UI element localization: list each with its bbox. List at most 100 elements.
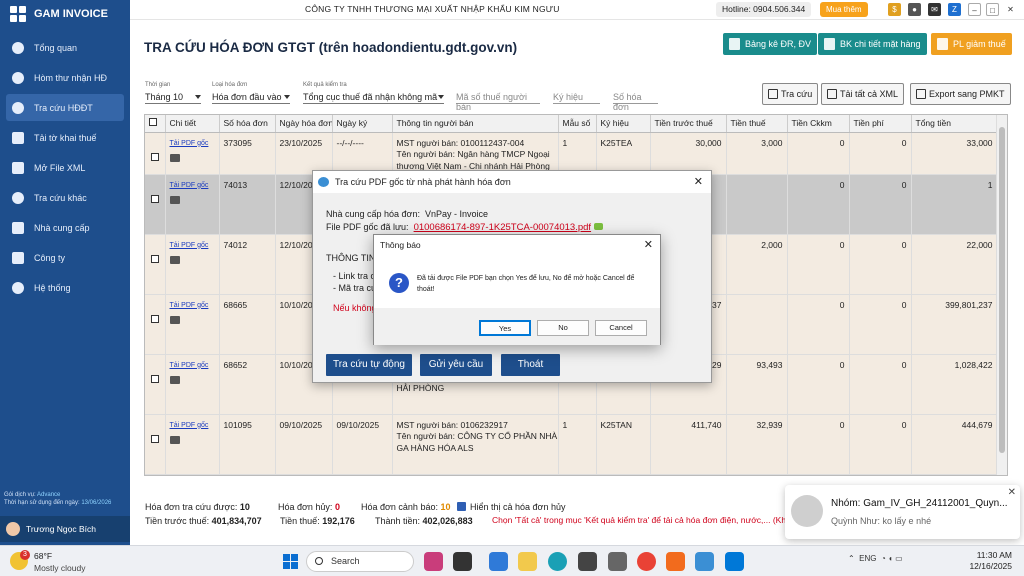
select-all-checkbox[interactable] xyxy=(149,118,157,127)
gam-invoice-taskbar-icon[interactable] xyxy=(695,552,714,571)
store-icon[interactable] xyxy=(578,552,597,571)
chat-notification[interactable]: Nhóm: Gam_IV_GH_24112001_Quyn... Quỳnh N… xyxy=(785,485,1020,539)
printer-icon[interactable] xyxy=(169,436,180,444)
row-select-cell[interactable] xyxy=(145,294,166,355)
download-pdf-link[interactable]: Tải PDF gốc xyxy=(170,138,215,150)
sidebar-item-providers[interactable]: Nhà cung cấp xyxy=(6,214,124,241)
sidebar-item-inbox[interactable]: Hòm thư nhận HĐ xyxy=(6,64,124,91)
send-request-button[interactable]: Gửi yêu cầu xyxy=(420,354,492,376)
reader-icon[interactable] xyxy=(666,552,685,571)
copilot-icon[interactable] xyxy=(424,552,443,571)
row-checkbox[interactable] xyxy=(150,194,159,203)
detail-cell: Tải PDF gốc xyxy=(165,234,220,295)
close-icon[interactable]: ✕ xyxy=(1004,3,1017,16)
tray-chevron-icon[interactable]: ⌃ xyxy=(848,554,855,563)
row-select-cell[interactable] xyxy=(145,474,166,475)
table-row[interactable]: Tải PDF gốc 373095 23/10/2025 --/--/---- MST… xyxy=(145,132,998,175)
money-bag-icon[interactable]: $ xyxy=(888,3,901,16)
volume-icon[interactable]: ◖ xyxy=(888,554,893,563)
period-select[interactable]: Tháng 10 xyxy=(145,92,201,104)
mail-icon[interactable]: ✉ xyxy=(928,3,941,16)
row-select-cell[interactable] xyxy=(145,354,166,415)
chat-app-icon[interactable] xyxy=(608,552,627,571)
link-icon[interactable] xyxy=(593,223,603,230)
table-row[interactable]: Tải PDF gốc 101095 09/10/2025 09/10/2025 MST… xyxy=(145,414,998,475)
sidebar-item-tax-declaration[interactable]: Tải tờ khai thuế xyxy=(6,124,124,151)
show-cancelled-toggle[interactable]: Hiển thị cả hóa đơn hủy xyxy=(457,502,565,512)
close-icon[interactable]: ✕ xyxy=(1008,487,1016,498)
printer-icon[interactable] xyxy=(169,376,180,384)
chrome-icon[interactable] xyxy=(637,552,656,571)
row-checkbox[interactable] xyxy=(150,314,159,323)
printer-icon[interactable] xyxy=(169,256,180,264)
language-indicator[interactable]: ENG xyxy=(859,554,876,563)
row-select-cell[interactable] xyxy=(145,174,166,235)
scrollbar-thumb[interactable] xyxy=(999,127,1005,453)
user-profile[interactable]: Trương Ngọc Bích xyxy=(0,516,130,542)
download-pdf-link[interactable]: Tải PDF gốc xyxy=(170,360,215,372)
app-icon[interactable] xyxy=(489,552,508,571)
download-pdf-link[interactable]: Tải PDF gốc xyxy=(170,180,215,192)
download-pdf-link[interactable]: Tải PDF gốc xyxy=(170,300,215,312)
saved-file-link[interactable]: 0100686174-897-1K25TCA-00074013.pdf xyxy=(414,222,591,233)
sidebar-footer: Gói dịch vụ: Advance Thời hạn sử dụng đế… xyxy=(0,488,130,545)
printer-icon[interactable] xyxy=(169,196,180,204)
search-button[interactable]: Tra cứu xyxy=(762,83,819,105)
checkbox-checked-icon[interactable] xyxy=(457,502,466,511)
printer-icon[interactable] xyxy=(169,154,180,162)
download-all-xml-button[interactable]: Tải tất cả XML xyxy=(821,83,905,105)
download-pdf-link[interactable]: Tải PDF gốc xyxy=(170,240,215,252)
row-select-cell[interactable] xyxy=(145,234,166,295)
wifi-icon[interactable]: ◔ xyxy=(881,554,886,563)
row-checkbox[interactable] xyxy=(150,254,159,263)
tools-icon xyxy=(12,281,24,294)
auto-lookup-button[interactable]: Tra cứu tự động xyxy=(326,354,412,376)
invoice-number-input[interactable]: Số hóa đơn xyxy=(613,92,658,112)
zalo-icon[interactable] xyxy=(725,552,744,571)
sidebar-item-invoice-lookup[interactable]: Tra cứu HĐĐT xyxy=(6,94,124,121)
symbol-input[interactable]: Ký hiệu xyxy=(553,92,600,104)
row-checkbox[interactable] xyxy=(150,374,159,383)
windows-start-icon[interactable] xyxy=(283,554,298,569)
file-explorer-icon[interactable] xyxy=(518,552,537,571)
download-pdf-link[interactable]: Tải PDF gốc xyxy=(170,420,215,432)
row-checkbox[interactable] xyxy=(150,152,159,161)
table-row[interactable]: Tải PDF gốc33807304/10/2025--/--/----MST… xyxy=(145,474,998,475)
sidebar-item-other-lookup[interactable]: Tra cứu khác xyxy=(6,184,124,211)
close-icon[interactable]: ✕ xyxy=(694,171,703,193)
row-checkbox[interactable] xyxy=(150,434,159,443)
taskbar-search[interactable]: Search xyxy=(306,551,414,572)
user-icon[interactable]: ● xyxy=(908,3,921,16)
sidebar-item-open-xml[interactable]: Mở File XML xyxy=(6,154,124,181)
statement-report-button[interactable]: Bảng kê ĐR, ĐV xyxy=(723,33,818,55)
cancel-button[interactable]: Cancel xyxy=(595,320,647,336)
app-z-icon[interactable]: Z xyxy=(948,3,961,16)
row-select-cell[interactable] xyxy=(145,414,166,475)
select-all-cell[interactable] xyxy=(145,115,166,133)
fee-cell: 0 xyxy=(849,354,912,415)
minimize-icon[interactable]: – xyxy=(968,3,981,16)
sidebar-item-overview[interactable]: Tổng quan xyxy=(6,34,124,61)
task-view-icon[interactable] xyxy=(453,552,472,571)
clock[interactable]: 11:30 AM 12/16/2025 xyxy=(968,550,1012,572)
seller-tax-id-input[interactable]: Mã số thuế người bán xyxy=(456,92,540,112)
sidebar-item-company[interactable]: Công ty xyxy=(6,244,124,271)
table-scrollbar[interactable] xyxy=(996,115,1007,475)
tax-reduction-button[interactable]: PL giảm thuế xyxy=(931,33,1012,55)
system-tray[interactable]: ⌃ ENG ◔ ◖ ▭ xyxy=(848,554,903,563)
no-button[interactable]: No xyxy=(537,320,589,336)
invoice-type-select[interactable]: Hóa đơn đầu vào xyxy=(212,92,290,104)
buy-more-button[interactable]: Mua thêm xyxy=(820,2,868,17)
yes-button[interactable]: Yes xyxy=(479,320,531,336)
check-result-select[interactable]: Tổng cục thuế đã nhận không mã xyxy=(303,92,444,104)
battery-icon[interactable]: ▭ xyxy=(895,554,903,563)
item-detail-report-button[interactable]: BK chi tiết mặt hàng xyxy=(818,33,927,55)
printer-icon[interactable] xyxy=(169,316,180,324)
sidebar-item-system[interactable]: Hệ thống xyxy=(6,274,124,301)
edge-icon[interactable] xyxy=(548,552,567,571)
exit-button[interactable]: Thoát xyxy=(501,354,560,376)
export-pmkt-button[interactable]: Export sang PMKT xyxy=(910,83,1011,105)
close-icon[interactable]: ✕ xyxy=(644,235,653,255)
maximize-icon[interactable]: □ xyxy=(986,3,999,16)
row-select-cell[interactable] xyxy=(145,132,166,175)
